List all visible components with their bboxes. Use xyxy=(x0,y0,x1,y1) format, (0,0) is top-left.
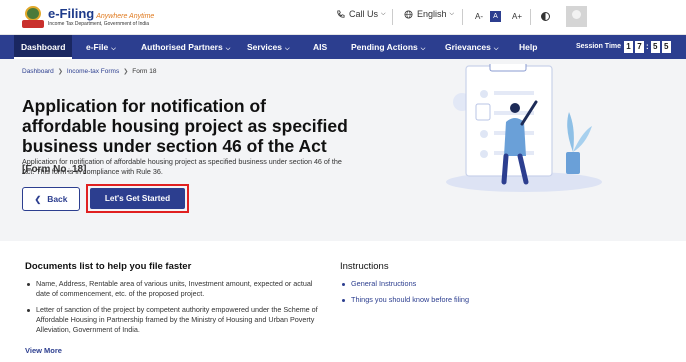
logo-subtitle: Income Tax Department, Government of Ind… xyxy=(48,21,150,27)
back-button-label: Back xyxy=(47,194,68,204)
chevron-down-icon: ⌵ xyxy=(493,46,499,52)
session-timer: 1 7 : 5 5 xyxy=(624,41,673,53)
nav-authorised-partners-label: Authorised Partners xyxy=(141,42,223,52)
emblem-icon xyxy=(22,5,44,29)
session-digit: 1 xyxy=(624,41,633,53)
session-colon: : xyxy=(646,42,649,51)
instructions-heading: Instructions xyxy=(340,261,389,272)
chevron-right-icon: ❯ xyxy=(57,69,63,75)
documents-heading: Documents list to help you file faster xyxy=(25,261,192,272)
things-to-know-link[interactable]: Things you should know before filing xyxy=(340,295,469,305)
logo-tagline: Anywhere Anytime xyxy=(96,13,155,20)
chevron-down-icon: ⌵ xyxy=(381,10,386,17)
chevron-down-icon: ⌵ xyxy=(449,10,455,17)
instructions-list: General Instructions Things you should k… xyxy=(340,279,469,311)
font-normal-button[interactable]: A xyxy=(490,11,501,22)
chevron-left-icon: ❮ xyxy=(34,194,42,204)
main-nav: Dashboard e-File ⌵ Authorised Partners ⌵ S… xyxy=(0,35,686,59)
nav-pending-actions-label: Pending Actions xyxy=(351,42,418,52)
call-us-menu[interactable]: Call Us ⌵ xyxy=(336,9,386,19)
list-item: Name, Address, Rentable area of various … xyxy=(25,279,325,299)
hero-section: Dashboard ❯ Income-tax Forms ❯ Form 18 A… xyxy=(0,59,686,241)
contrast-icon[interactable] xyxy=(541,12,550,21)
breadcrumb: Dashboard ❯ Income-tax Forms ❯ Form 18 xyxy=(22,68,156,75)
phone-icon xyxy=(337,9,345,18)
session-digit: 7 xyxy=(635,41,644,53)
efiling-logo[interactable]: e-Filing Anywhere Anytime Income Tax Depa… xyxy=(22,5,154,29)
divider xyxy=(392,9,393,25)
chevron-down-icon: ⌵ xyxy=(111,46,116,52)
get-started-label: Let's Get Started xyxy=(104,194,171,203)
font-decrease-button[interactable]: A- xyxy=(475,12,483,21)
chevron-down-icon: ⌵ xyxy=(225,46,231,52)
font-increase-button[interactable]: A+ xyxy=(512,12,522,21)
general-instructions-link[interactable]: General Instructions xyxy=(340,279,469,289)
language-selector[interactable]: English ⌵ xyxy=(404,9,454,19)
nav-help-label: Help xyxy=(519,42,538,52)
nav-authorised-partners[interactable]: Authorised Partners ⌵ xyxy=(141,35,230,59)
language-label: English xyxy=(417,9,447,19)
chevron-down-icon: ⌵ xyxy=(284,46,290,52)
breadcrumb-current: Form 18 xyxy=(132,68,157,75)
nav-dashboard-label: Dashboard xyxy=(21,42,66,52)
breadcrumb-income-tax-forms[interactable]: Income-tax Forms xyxy=(67,68,119,75)
divider xyxy=(462,9,463,25)
nav-help[interactable]: Help xyxy=(519,35,537,59)
view-more-link[interactable]: View More xyxy=(25,346,62,355)
nav-dashboard[interactable]: Dashboard xyxy=(14,35,73,59)
globe-icon xyxy=(404,9,413,19)
logo-title: e-Filing xyxy=(48,6,95,21)
top-header: e-Filing Anywhere Anytime Income Tax Depa… xyxy=(0,0,686,35)
page-description: Application for notification of affordab… xyxy=(22,157,342,176)
nav-ais[interactable]: AIS xyxy=(313,35,327,59)
chevron-down-icon: ⌵ xyxy=(420,46,426,52)
session-digit: 5 xyxy=(650,41,660,53)
page-title-text: Application for notification of affordab… xyxy=(22,96,348,156)
call-us-label: Call Us xyxy=(349,9,379,19)
nav-efile[interactable]: e-File ⌵ xyxy=(86,35,116,59)
nav-grievances[interactable]: Grievances ⌵ xyxy=(445,35,498,59)
divider xyxy=(530,9,531,25)
checklist-illustration xyxy=(446,64,602,192)
list-item: Letter of sanction of the project by com… xyxy=(25,305,325,335)
nav-ais-label: AIS xyxy=(313,42,328,52)
session-digit: 5 xyxy=(661,41,671,53)
nav-services[interactable]: Services ⌵ xyxy=(247,35,290,59)
get-started-button[interactable]: Let's Get Started xyxy=(90,188,185,209)
session-time-label: Session Time xyxy=(576,43,622,50)
nav-pending-actions[interactable]: Pending Actions ⌵ xyxy=(351,35,425,59)
nav-grievances-label: Grievances xyxy=(445,42,491,52)
chevron-right-icon: ❯ xyxy=(123,69,129,75)
nav-efile-label: e-File xyxy=(86,42,109,52)
back-button[interactable]: ❮ Back xyxy=(22,187,80,211)
avatar[interactable] xyxy=(566,6,587,27)
documents-list: Name, Address, Rentable area of various … xyxy=(25,279,325,341)
nav-services-label: Services xyxy=(247,42,282,52)
breadcrumb-dashboard[interactable]: Dashboard xyxy=(22,68,54,75)
